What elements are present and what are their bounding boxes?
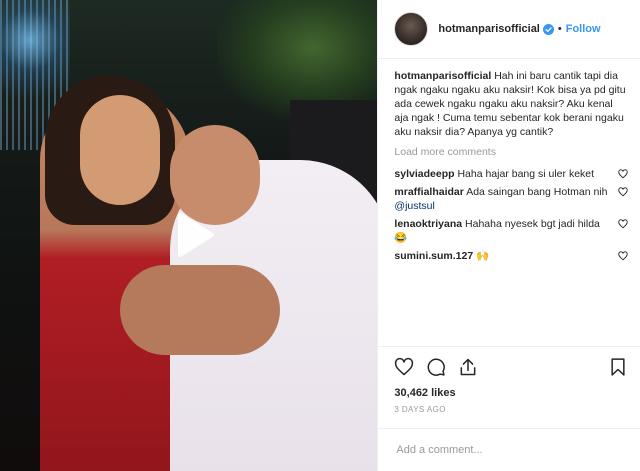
man-hand bbox=[120, 265, 280, 355]
post-header: hotmanparisofficial • Follow bbox=[378, 0, 640, 59]
share-arrow-icon[interactable] bbox=[458, 357, 478, 377]
comment-row: sylviadeepp Haha hajar bang si uler keke… bbox=[394, 167, 628, 181]
comment-text: Haha hajar bang si uler keket bbox=[457, 168, 595, 180]
load-more-comments-button[interactable]: Load more comments bbox=[394, 145, 628, 159]
avatar[interactable] bbox=[394, 12, 429, 46]
comment-text: Ada saingan bang Hotman nih bbox=[466, 186, 608, 198]
comment-username[interactable]: mraffialhaidar bbox=[394, 186, 463, 198]
bookmark-icon[interactable] bbox=[608, 357, 628, 377]
comment-row: lenaoktriyana Hahaha nyesek bgt jadi hil… bbox=[394, 217, 628, 245]
comment-username[interactable]: sumini.sum.127 bbox=[394, 250, 473, 262]
comment-row: mraffialhaidar Ada saingan bang Hotman n… bbox=[394, 185, 628, 213]
post-caption: hotmanparisofficial Hah ini baru cantik … bbox=[394, 69, 628, 139]
comment-heart-icon[interactable] bbox=[618, 187, 628, 197]
woman-face bbox=[80, 95, 160, 205]
comment-heart-icon[interactable] bbox=[618, 219, 628, 229]
play-icon[interactable] bbox=[162, 205, 222, 265]
post-timestamp[interactable]: 3 DAYS AGO bbox=[394, 405, 628, 414]
comment-text: 🙌 bbox=[476, 250, 490, 262]
caption-username[interactable]: hotmanparisofficial bbox=[394, 70, 491, 82]
likes-count[interactable]: 30,462 likes bbox=[394, 387, 628, 399]
add-comment-bar bbox=[378, 428, 640, 471]
comment-row: sumini.sum.127 🙌 bbox=[394, 249, 628, 263]
comment-username[interactable]: lenaoktriyana bbox=[394, 218, 462, 230]
post-actions: 30,462 likes 3 DAYS AGO bbox=[378, 346, 640, 428]
comment-bubble-icon[interactable] bbox=[426, 357, 446, 377]
comments-section: hotmanparisofficial Hah ini baru cantik … bbox=[378, 59, 640, 346]
post-sidebar: hotmanparisofficial • Follow hotmanparis… bbox=[377, 0, 640, 471]
header-username[interactable]: hotmanparisofficial bbox=[438, 23, 539, 35]
comment-heart-icon[interactable] bbox=[618, 169, 628, 179]
follow-button[interactable]: Follow bbox=[566, 23, 601, 35]
comment-mention-link[interactable]: @justsul bbox=[394, 200, 434, 212]
comment-heart-icon[interactable] bbox=[618, 251, 628, 261]
verified-badge-icon bbox=[542, 23, 554, 35]
instagram-post: hotmanparisofficial • Follow hotmanparis… bbox=[0, 0, 640, 471]
heart-icon[interactable] bbox=[394, 357, 414, 377]
header-separator: • bbox=[557, 23, 562, 35]
add-comment-input[interactable] bbox=[394, 443, 624, 457]
comment-username[interactable]: sylviadeepp bbox=[394, 168, 454, 180]
post-video[interactable] bbox=[0, 0, 378, 471]
